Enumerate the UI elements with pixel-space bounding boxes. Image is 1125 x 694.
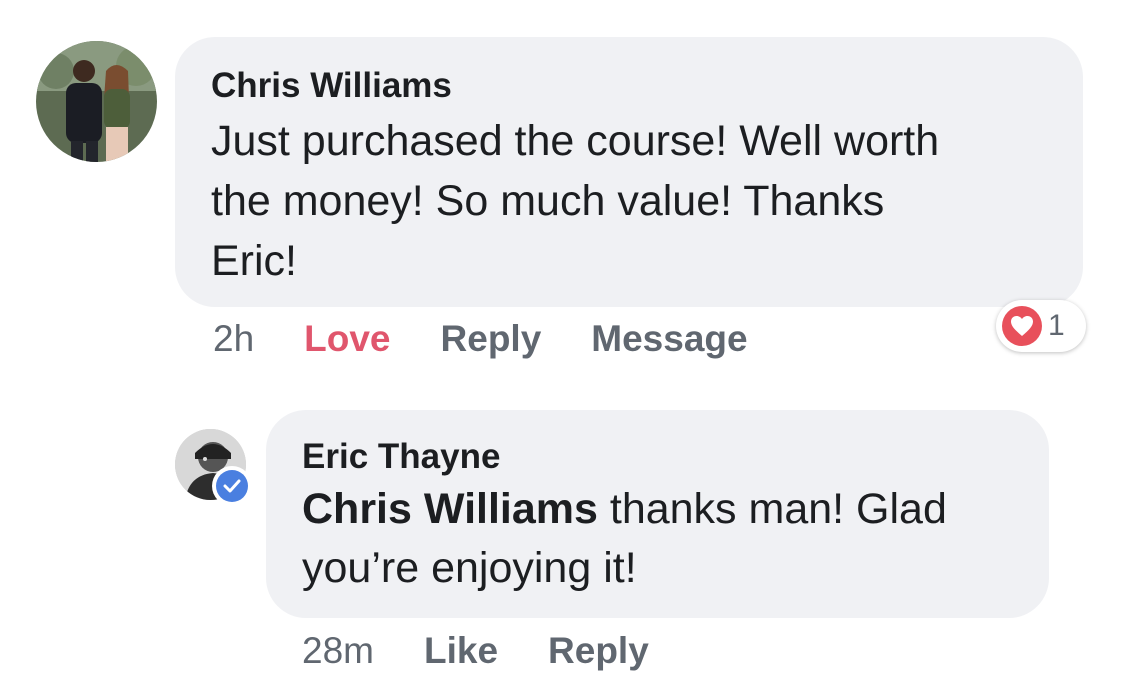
comment-timestamp[interactable]: 2h <box>213 318 254 360</box>
comment-actions: 2h Love Reply Message <box>213 318 748 360</box>
reply-text-line: you’re enjoying it! <box>302 544 637 592</box>
avatar-chris-williams[interactable] <box>36 41 157 162</box>
comment-text-line: the money! So much value! Thanks <box>211 177 885 225</box>
reaction-count: 1 <box>1048 309 1065 342</box>
heart-icon <box>1002 306 1042 346</box>
reply-text-line: Chris Williams thanks man! Glad <box>302 480 1013 539</box>
comment-text-line: Eric! <box>211 237 297 285</box>
reply-actions: 28m Like Reply <box>302 630 649 672</box>
reply-bubble: Eric Thayne Chris Williams thanks man! G… <box>266 410 1049 618</box>
verified-check-icon <box>212 466 252 506</box>
reply-text: Chris Williams thanks man! Glad you’re e… <box>302 480 1013 598</box>
mention-link[interactable]: Chris Williams <box>302 485 598 533</box>
comment-text: Just purchased the course! Well worth th… <box>211 111 1047 291</box>
reply-button[interactable]: Reply <box>548 630 649 672</box>
comment-thread: Chris Williams Just purchased the course… <box>0 0 1125 694</box>
comment-text-line: Just purchased the course! Well worth <box>211 117 940 165</box>
reply-timestamp[interactable]: 28m <box>302 630 374 672</box>
message-button[interactable]: Message <box>591 318 747 360</box>
like-button[interactable]: Like <box>424 630 498 672</box>
comment-author-name[interactable]: Chris Williams <box>211 65 1047 107</box>
reply-author-name[interactable]: Eric Thayne <box>302 436 1013 478</box>
reply-button[interactable]: Reply <box>441 318 542 360</box>
comment-bubble: Chris Williams Just purchased the course… <box>175 37 1083 307</box>
reply-text-segment: thanks man! Glad <box>597 485 947 533</box>
reaction-summary[interactable]: 1 <box>996 300 1086 352</box>
love-button[interactable]: Love <box>304 318 390 360</box>
